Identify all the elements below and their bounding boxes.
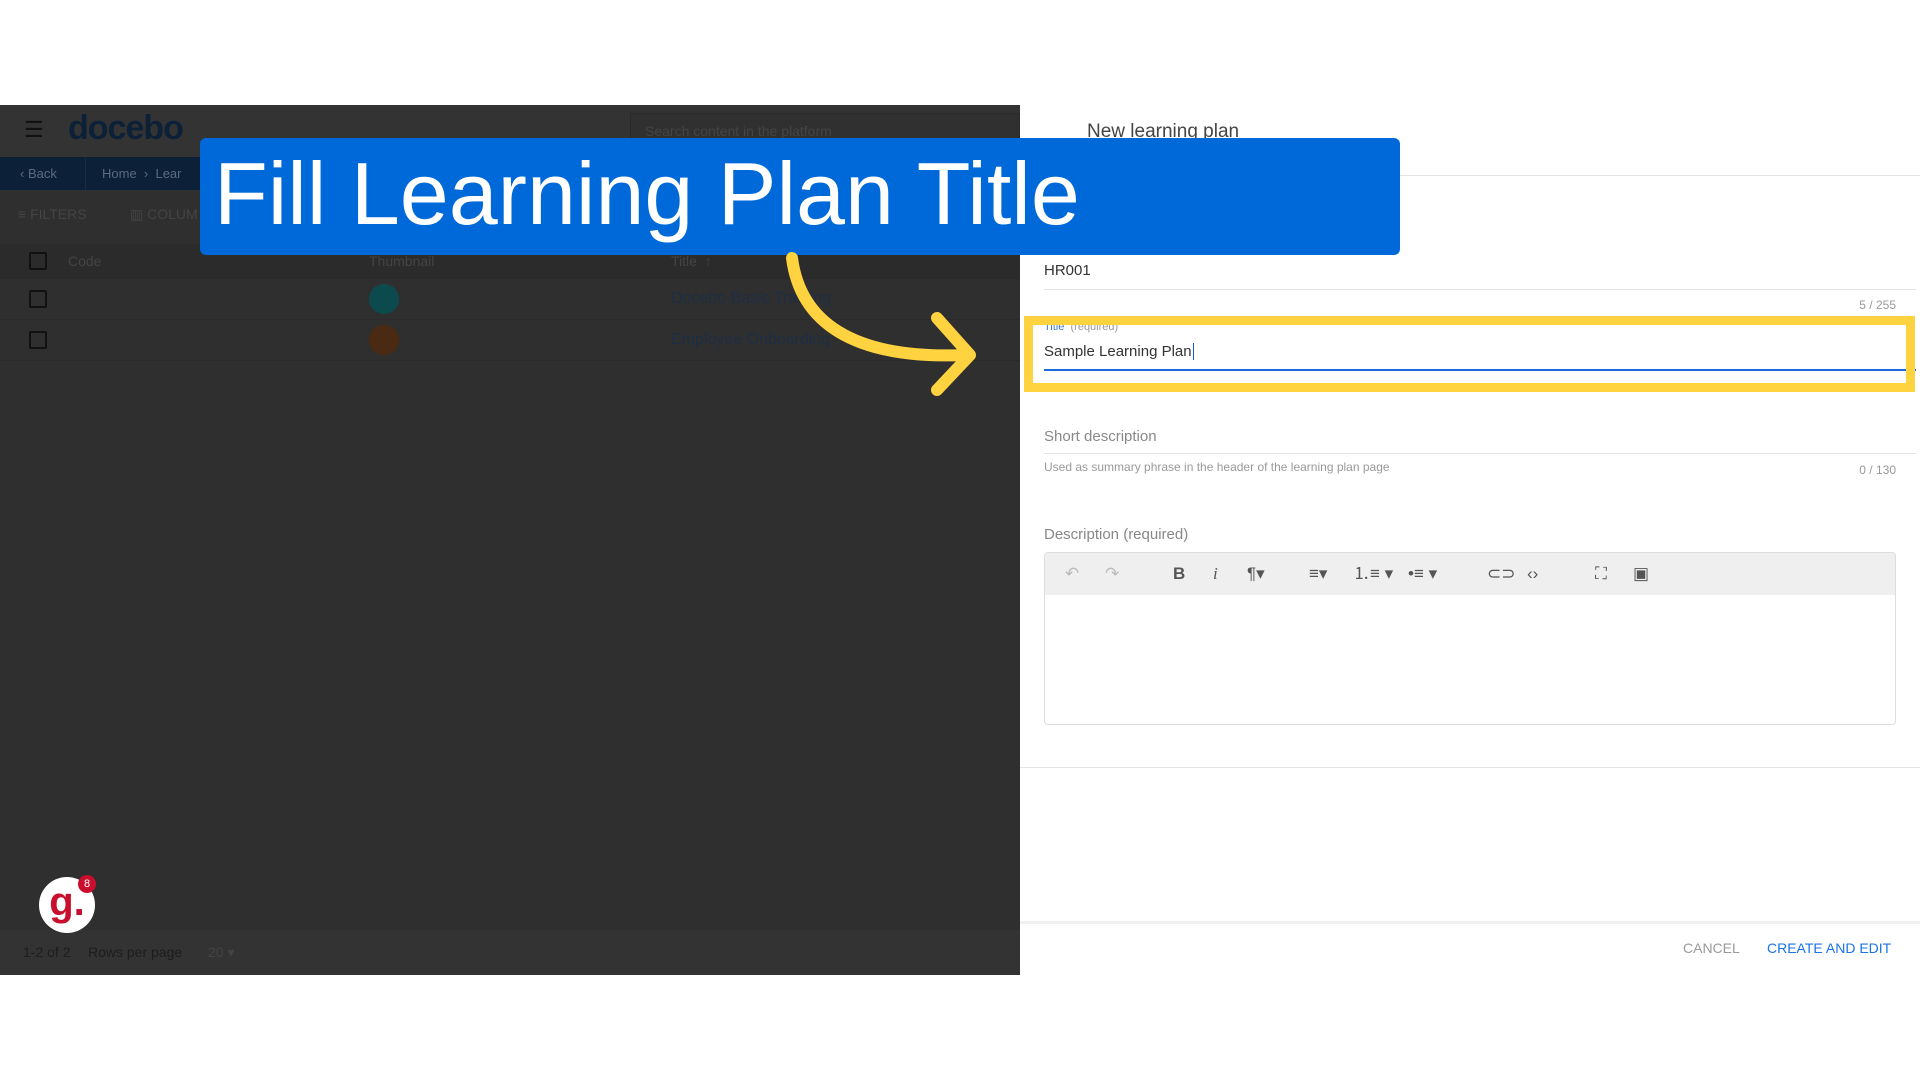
- arrow-icon: [786, 252, 976, 396]
